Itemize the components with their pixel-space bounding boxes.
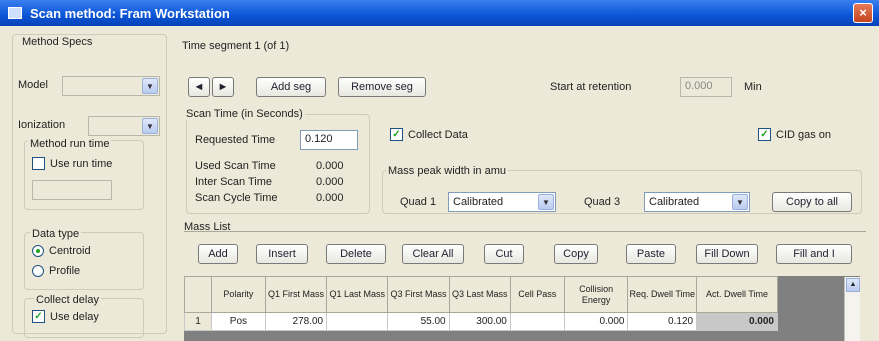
add-button[interactable]: Add [198, 244, 238, 264]
profile-label: Profile [49, 265, 81, 277]
table-cell[interactable] [509, 312, 565, 331]
scroll-up-icon[interactable]: ▲ [846, 278, 860, 292]
column-header[interactable]: Cell Pass [509, 276, 565, 313]
peak-width-label: Mass peak width in amu [386, 165, 508, 177]
close-icon[interactable]: × [853, 3, 873, 23]
table-cell[interactable]: 0.120 [627, 312, 698, 331]
cut-button[interactable]: Cut [484, 244, 524, 264]
mass-list-table: Polarity Q1 First Mass Q1 Last Mass Q3 F… [184, 276, 778, 331]
start-at-retention-input[interactable]: 0.000 [680, 77, 732, 97]
insert-button[interactable]: Insert [256, 244, 308, 264]
ionization-label: Ionization [18, 119, 66, 131]
table-cell[interactable]: 278.00 [264, 312, 328, 331]
quad3-select[interactable]: Calibrated ▼ [644, 192, 750, 212]
used-scan-time-value: 0.000 [316, 160, 344, 172]
collect-data-checkbox[interactable]: ✓ Collect Data [390, 128, 468, 141]
checkbox-box[interactable]: ✓ [758, 128, 771, 141]
method-specs-label: Method Specs [20, 36, 95, 48]
table-cell[interactable] [326, 312, 389, 331]
quad3-label: Quad 3 [584, 196, 621, 208]
row-number: 1 [184, 312, 212, 331]
run-time-input[interactable] [32, 180, 112, 200]
start-at-unit: Min [744, 81, 762, 93]
time-segment-label: Time segment 1 (of 1) [182, 40, 290, 52]
requested-time-label: Requested Time [195, 134, 276, 146]
fill-down-button[interactable]: Fill Down [696, 244, 758, 264]
checkbox-box[interactable]: ✓ [32, 310, 45, 323]
column-header[interactable]: Collision Energy [563, 276, 629, 313]
table-cell[interactable]: 0.000 [563, 312, 629, 331]
column-header[interactable]: Req. Dwell Time [627, 276, 698, 313]
chevron-down-icon[interactable]: ▼ [142, 118, 158, 134]
column-header[interactable]: Polarity [210, 276, 266, 313]
table-cell[interactable]: Pos [210, 312, 266, 331]
checkbox-box[interactable] [32, 157, 45, 170]
paste-button[interactable]: Paste [626, 244, 676, 264]
scan-cycle-time-value: 0.000 [316, 192, 344, 204]
column-header[interactable]: Act. Dwell Time [696, 276, 778, 313]
checkbox-box[interactable]: ✓ [390, 128, 403, 141]
copy-button[interactable]: Copy [554, 244, 598, 264]
radio-dot[interactable] [32, 265, 44, 277]
copy-to-all-button[interactable]: Copy to all [772, 192, 852, 212]
data-type-label: Data type [30, 228, 82, 240]
table-cell[interactable]: 300.00 [448, 312, 511, 331]
delete-button[interactable]: Delete [326, 244, 386, 264]
prev-segment-button[interactable]: ◄ [188, 77, 210, 97]
scan-cycle-time-label: Scan Cycle Time [195, 192, 278, 204]
quad1-value: Calibrated [453, 196, 504, 208]
scan-time-group-label: Scan Time (in Seconds) [184, 108, 305, 120]
inter-scan-time-label: Inter Scan Time [195, 176, 273, 188]
next-segment-button[interactable]: ► [212, 77, 234, 97]
ionization-select[interactable]: ▼ [88, 116, 160, 136]
model-label: Model [18, 79, 48, 91]
table-cell: 0.000 [696, 312, 778, 331]
use-run-time-checkbox[interactable]: Use run time [32, 157, 112, 170]
model-select[interactable]: ▼ [62, 76, 160, 96]
profile-radio[interactable]: Profile [32, 265, 80, 277]
centroid-label: Centroid [49, 245, 91, 257]
clear-all-button[interactable]: Clear All [402, 244, 464, 264]
chevron-down-icon[interactable]: ▼ [732, 194, 748, 210]
table-header-row: Polarity Q1 First Mass Q1 Last Mass Q3 F… [184, 276, 778, 313]
cid-gas-checkbox[interactable]: ✓ CID gas on [758, 128, 831, 141]
vertical-scrollbar[interactable]: ▲ [844, 277, 860, 341]
table-cell[interactable]: 55.00 [387, 312, 450, 331]
use-delay-checkbox[interactable]: ✓ Use delay [32, 310, 99, 323]
cid-gas-label: CID gas on [776, 128, 832, 141]
collect-data-label: Collect Data [408, 128, 468, 141]
use-run-time-label: Use run time [50, 157, 113, 170]
mass-list-divider [184, 231, 866, 232]
start-at-retention-label: Start at retention [550, 81, 632, 93]
table-row[interactable]: 1 Pos 278.00 55.00 300.00 0.000 0.120 0.… [184, 312, 778, 331]
method-run-time-label: Method run time [28, 138, 112, 150]
quad3-value: Calibrated [649, 196, 700, 208]
use-delay-label: Use delay [50, 310, 99, 323]
quad1-select[interactable]: Calibrated ▼ [448, 192, 556, 212]
data-type-group [24, 232, 144, 290]
inter-scan-time-value: 0.000 [316, 176, 344, 188]
row-number-header [184, 276, 212, 313]
chevron-down-icon[interactable]: ▼ [538, 194, 554, 210]
app-icon [8, 7, 22, 19]
column-header[interactable]: Q1 Last Mass [326, 276, 389, 313]
column-header[interactable]: Q1 First Mass [264, 276, 328, 313]
remove-seg-button[interactable]: Remove seg [338, 77, 426, 97]
column-header[interactable]: Q3 First Mass [387, 276, 450, 313]
window-title: Scan method: Fram Workstation [30, 5, 230, 21]
radio-dot[interactable] [32, 245, 44, 257]
requested-time-input[interactable]: 0.120 [300, 130, 358, 150]
centroid-radio[interactable]: Centroid [32, 245, 91, 257]
fill-and-increment-button[interactable]: Fill and I [776, 244, 852, 264]
column-header[interactable]: Q3 Last Mass [448, 276, 511, 313]
chevron-down-icon[interactable]: ▼ [142, 78, 158, 94]
add-seg-button[interactable]: Add seg [256, 77, 326, 97]
used-scan-time-label: Used Scan Time [195, 160, 276, 172]
collect-delay-label: Collect delay [34, 294, 101, 306]
scan-method-window: Scan method: Fram Workstation × Method S… [0, 0, 879, 341]
title-bar: Scan method: Fram Workstation × [0, 0, 879, 26]
quad1-label: Quad 1 [400, 196, 437, 208]
